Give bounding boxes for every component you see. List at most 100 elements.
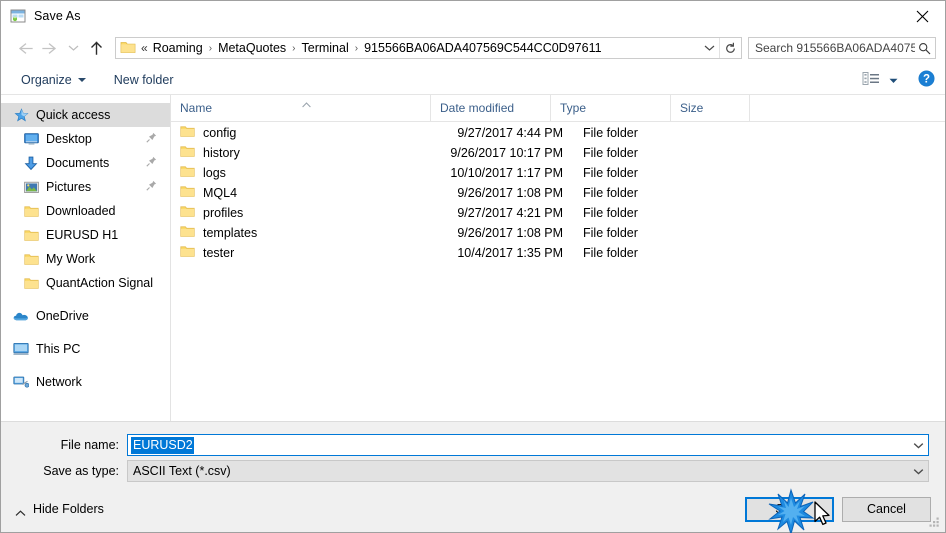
column-header-size[interactable]: Size — [671, 95, 750, 121]
pin-icon[interactable] — [146, 156, 157, 170]
folder-icon — [23, 227, 39, 243]
breadcrumb-separator-icon: › — [292, 42, 296, 54]
file-name-value[interactable]: EURUSD2 — [131, 436, 194, 454]
sidebar-item-label: Pictures — [46, 180, 92, 194]
folder-icon — [180, 225, 195, 241]
save-as-type-select[interactable]: ASCII Text (*.csv) — [127, 460, 929, 482]
pin-icon[interactable] — [146, 132, 157, 146]
new-folder-button[interactable]: New folder — [108, 70, 180, 90]
table-row[interactable]: profiles 9/27/2017 4:21 PM File folder — [171, 203, 945, 223]
save-button-label: Save — [775, 502, 804, 516]
back-button[interactable] — [11, 36, 37, 60]
save-as-type-label: Save as type: — [43, 464, 119, 478]
sidebar-item-downloaded[interactable]: Downloaded — [1, 199, 170, 223]
up-button[interactable] — [83, 36, 109, 60]
folder-icon — [120, 40, 136, 57]
breadcrumb-roaming[interactable]: Roaming — [150, 41, 206, 55]
breadcrumb-metaquotes[interactable]: MetaQuotes — [215, 41, 289, 55]
sidebar-item-desktop[interactable]: Desktop — [1, 127, 170, 151]
column-header-date-modified[interactable]: Date modified — [431, 95, 551, 121]
help-button[interactable]: ? — [918, 70, 935, 90]
sidebar-item-pictures[interactable]: Pictures — [1, 175, 170, 199]
refresh-icon[interactable] — [719, 38, 741, 58]
breadcrumb-overflow[interactable]: « — [140, 41, 150, 55]
hide-folders-button[interactable]: Hide Folders — [15, 502, 104, 516]
search-box[interactable]: Search 915566BA06ADA40756... — [748, 37, 936, 59]
address-bar[interactable]: « Roaming › MetaQuotes › Terminal › 9155… — [115, 37, 742, 59]
close-button[interactable] — [899, 1, 945, 31]
new-folder-label: New folder — [113, 72, 174, 87]
dialog-footer: Hide Folders Save Cancel — [1, 486, 945, 532]
chevron-down-icon[interactable] — [909, 461, 928, 481]
forward-button[interactable] — [37, 36, 63, 60]
star-icon — [13, 107, 29, 123]
save-form: File name: EURUSD2 Save as type: ASCII T… — [1, 421, 945, 486]
sidebar-item-label: Desktop — [46, 132, 92, 146]
file-name-cell: logs — [171, 165, 431, 181]
svg-text:?: ? — [923, 73, 930, 85]
navigation-sidebar: Quick access Desktop Documents Pictures … — [1, 95, 171, 421]
file-name-label: history — [203, 146, 240, 160]
search-input[interactable]: Search 915566BA06ADA40756... — [755, 41, 915, 55]
sidebar-item-eurusd-h1[interactable]: EURUSD H1 — [1, 223, 170, 247]
navigation-bar: « Roaming › MetaQuotes › Terminal › 9155… — [1, 31, 945, 65]
sidebar-item-label: EURUSD H1 — [46, 228, 119, 242]
sidebar-item-quick-access[interactable]: Quick access — [1, 103, 170, 127]
file-rows: config 9/27/2017 4:44 PM File folder his… — [171, 122, 945, 421]
sidebar-item-this-pc[interactable]: This PC — [1, 337, 170, 361]
save-button[interactable]: Save — [745, 496, 834, 522]
column-header-name[interactable]: Name — [171, 95, 431, 121]
file-date-cell: 9/27/2017 4:44 PM — [457, 126, 563, 140]
file-type-cell: File folder — [583, 246, 638, 260]
breadcrumb-separator-icon: › — [354, 42, 359, 54]
organize-button[interactable]: Organize — [15, 70, 92, 90]
sidebar-item-label: This PC — [36, 342, 81, 356]
table-row[interactable]: config 9/27/2017 4:44 PM File folder — [171, 123, 945, 143]
sidebar-item-network[interactable]: Network — [1, 370, 170, 394]
table-row[interactable]: MQL4 9/26/2017 1:08 PM File folder — [171, 183, 945, 203]
breadcrumb-current-folder[interactable]: 915566BA06ADA407569C544CC0D97611 — [361, 41, 604, 55]
organize-label: Organize — [21, 72, 72, 87]
sidebar-item-label: Documents — [46, 156, 110, 170]
hide-folders-label: Hide Folders — [33, 502, 104, 516]
file-name-label: templates — [203, 226, 258, 240]
table-row[interactable]: templates 9/26/2017 1:08 PM File folder — [171, 223, 945, 243]
resize-grip-icon[interactable] — [928, 516, 941, 529]
computer-icon — [13, 341, 29, 357]
search-icon[interactable] — [915, 42, 933, 55]
file-type-cell: File folder — [583, 166, 638, 180]
sidebar-item-my-work[interactable]: My Work — [1, 247, 170, 271]
column-header-label: Type — [560, 101, 587, 115]
file-name-label: File name: — [60, 438, 119, 452]
chevron-down-icon[interactable] — [909, 435, 928, 455]
sidebar-item-quantaction-signal[interactable]: QuantAction Signal — [1, 271, 170, 295]
column-header-label: Size — [680, 101, 704, 115]
file-type-cell: File folder — [583, 146, 638, 160]
pin-icon[interactable] — [146, 180, 157, 194]
folder-icon — [180, 145, 195, 161]
sidebar-item-onedrive[interactable]: OneDrive — [1, 304, 170, 328]
table-row[interactable]: tester 10/4/2017 1:35 PM File folder — [171, 243, 945, 263]
toolbar: Organize New folder ? — [1, 65, 945, 95]
file-date-cell: 10/10/2017 1:17 PM — [450, 166, 563, 180]
file-name-cell: config — [171, 125, 431, 141]
chevron-down-icon[interactable] — [699, 38, 719, 58]
file-date-cell: 9/26/2017 1:08 PM — [457, 226, 563, 240]
sidebar-item-documents[interactable]: Documents — [1, 151, 170, 175]
file-name-input[interactable]: EURUSD2 — [127, 434, 929, 456]
breadcrumb-terminal[interactable]: Terminal — [299, 41, 352, 55]
sort-ascending-icon — [302, 97, 311, 108]
sidebar-item-label: My Work — [46, 252, 96, 266]
table-row[interactable]: history 9/26/2017 10:17 PM File folder — [171, 143, 945, 163]
sidebar-item-label: Downloaded — [46, 204, 116, 218]
file-date-cell: 9/26/2017 1:08 PM — [457, 186, 563, 200]
view-mode-button[interactable] — [858, 69, 902, 91]
recent-locations-button[interactable] — [63, 36, 83, 60]
help-icon: ? — [918, 70, 935, 90]
monitor-icon — [23, 131, 39, 147]
file-name-cell: templates — [171, 225, 431, 241]
column-header-type[interactable]: Type — [551, 95, 671, 121]
folder-icon — [180, 205, 195, 221]
table-row[interactable]: logs 10/10/2017 1:17 PM File folder — [171, 163, 945, 183]
cancel-button[interactable]: Cancel — [842, 496, 931, 522]
